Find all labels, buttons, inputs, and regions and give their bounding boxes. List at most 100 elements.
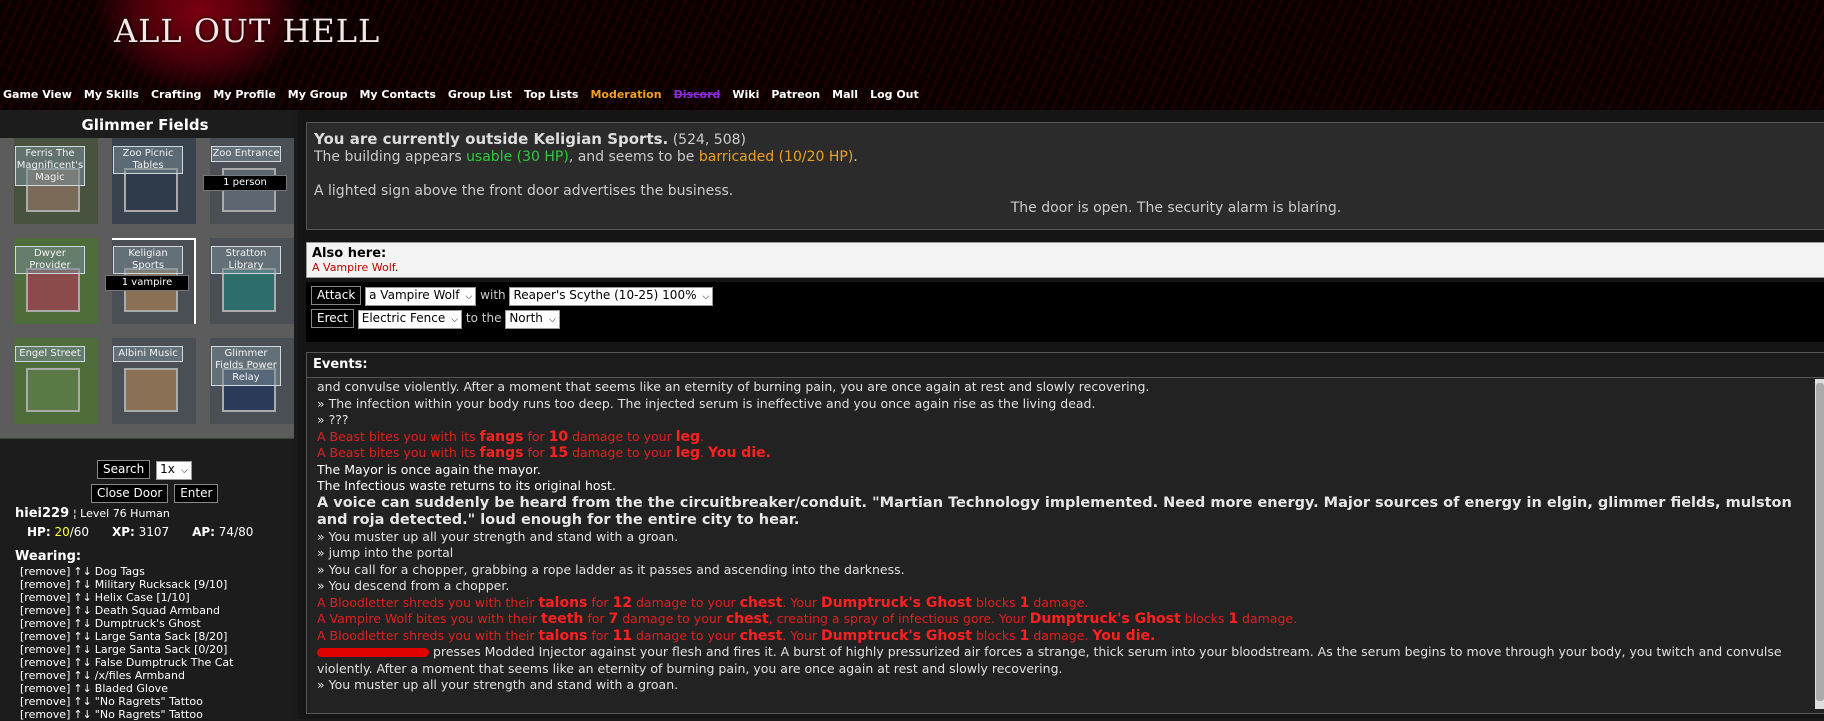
map-cell-zoo-entrance[interactable]: Zoo Entrance 1 person: [196, 138, 294, 238]
event-line: and convulse violently. After a moment t…: [317, 379, 1150, 394]
close-door-button[interactable]: Close Door: [91, 484, 169, 503]
map-road: [0, 324, 98, 338]
reorder-arrows-icon[interactable]: ↑↓: [73, 591, 91, 604]
enter-button[interactable]: Enter: [174, 484, 219, 503]
map-building: [124, 168, 178, 212]
nav-link-log-out[interactable]: Log Out: [870, 88, 919, 108]
event-line: » You muster up all your strength and st…: [317, 677, 679, 692]
remove-link[interactable]: [remove]: [20, 695, 70, 708]
nav-link-group-list[interactable]: Group List: [448, 88, 512, 108]
events-title: Events:: [307, 353, 1824, 378]
chevron-down-icon: ⌵: [451, 315, 459, 325]
map-cell-ferris-the-magnificent-s-magic[interactable]: Ferris The Magnificent's Magic: [0, 138, 98, 238]
attack-button[interactable]: Attack: [311, 286, 362, 305]
map-cell-zoo-picnic-tables[interactable]: Zoo Picnic Tables: [98, 138, 196, 238]
remove-link[interactable]: [remove]: [20, 643, 70, 656]
nav-link-my-group[interactable]: My Group: [288, 88, 348, 108]
event-line: » You descend from a chopper.: [317, 578, 510, 593]
nav-link-my-contacts[interactable]: My Contacts: [359, 88, 435, 108]
nav-link-wiki[interactable]: Wiki: [732, 88, 759, 108]
nav-link-discord[interactable]: Discord: [674, 88, 721, 108]
event-emphasis: chest: [739, 627, 783, 644]
structure-select[interactable]: Electric Fence ⌵: [357, 310, 463, 329]
reorder-arrows-icon[interactable]: ↑↓: [73, 578, 91, 591]
event-text: A Beast bites you with its: [317, 428, 480, 444]
reorder-arrows-icon[interactable]: ↑↓: [73, 643, 91, 656]
reorder-arrows-icon[interactable]: ↑↓: [73, 669, 91, 682]
nav-link-mall[interactable]: Mall: [832, 88, 858, 108]
event-text: blocks: [1180, 611, 1229, 626]
chevron-down-icon: ⌵: [548, 315, 556, 325]
map-cell-stratton-library[interactable]: Stratton Library: [196, 238, 294, 338]
nav-link-crafting[interactable]: Crafting: [151, 88, 201, 108]
remove-link[interactable]: [remove]: [20, 565, 70, 578]
wearing-item: [remove] ↑↓/x/files Armband: [20, 669, 290, 682]
nav-link-game-view[interactable]: Game View: [3, 88, 72, 108]
remove-link[interactable]: [remove]: [20, 656, 70, 669]
map-cell-glimmer-fields-power-relay[interactable]: Glimmer Fields Power Relay: [196, 338, 294, 438]
nav-link-top-lists[interactable]: Top Lists: [524, 88, 578, 108]
wearing-item-name: Dumptruck's Ghost: [94, 617, 201, 630]
map-cell-engel-street[interactable]: Engel Street: [0, 338, 98, 438]
remove-link[interactable]: [remove]: [20, 578, 70, 591]
wearing-item: [remove] ↑↓ "No Ragrets" Tattoo: [20, 695, 290, 708]
map-building: [222, 268, 276, 312]
xp-label: XP:: [111, 525, 135, 539]
also-here-period: .: [394, 261, 399, 274]
event-emphasis: 1: [1019, 627, 1030, 644]
map-cell-dwyer-provider[interactable]: Dwyer Provider: [0, 238, 98, 338]
map-cell-count: 1 vampire: [105, 275, 189, 291]
remove-link[interactable]: [remove]: [20, 617, 70, 630]
weapon-select[interactable]: Reaper's Scythe (10-25) 100% ⌵: [509, 287, 714, 306]
event-emphasis: talons: [538, 627, 588, 644]
site-logo[interactable]: ALL OUT HELL: [114, 12, 380, 50]
remove-link[interactable]: [remove]: [20, 708, 70, 721]
nav-link-moderation[interactable]: Moderation: [590, 88, 661, 108]
entity-vampire-wolf[interactable]: A Vampire Wolf: [312, 261, 395, 274]
nav-link-patreon[interactable]: Patreon: [771, 88, 820, 108]
event-emphasis: Dumptruck's Ghost: [1029, 611, 1181, 627]
reorder-arrows-icon[interactable]: ↑↓: [73, 565, 91, 578]
map-cell-keligian-sports[interactable]: Keligian Sports 1 vampire: [98, 238, 196, 338]
erect-button[interactable]: Erect: [311, 309, 354, 328]
wearing-item: [remove] ↑↓ Death Squad Armband: [20, 604, 290, 617]
remove-link[interactable]: [remove]: [20, 669, 70, 682]
map-cell-albini-music[interactable]: Albini Music: [98, 338, 196, 438]
search-button[interactable]: Search: [97, 460, 151, 479]
reorder-arrows-icon[interactable]: ↑↓: [73, 630, 91, 643]
event-text: damage to your: [618, 611, 726, 626]
nav-link-my-skills[interactable]: My Skills: [84, 88, 139, 108]
events-scrollbar-thumb[interactable]: [1816, 383, 1824, 701]
structure-value: Electric Fence: [361, 311, 446, 325]
event-emphasis: 11: [612, 627, 632, 644]
building-status-mid: , and seems to be: [568, 149, 699, 165]
map-road: [98, 324, 196, 338]
event-line: » You muster up all your strength and st…: [317, 528, 679, 544]
reorder-arrows-icon[interactable]: ↑↓: [73, 617, 91, 630]
map-road: [0, 424, 98, 438]
direction-select[interactable]: North ⌵: [505, 310, 560, 329]
remove-link[interactable]: [remove]: [20, 591, 70, 604]
map-road: [98, 224, 196, 238]
reorder-arrows-icon[interactable]: ↑↓: [73, 708, 91, 721]
remove-link[interactable]: [remove]: [20, 604, 70, 617]
reorder-arrows-icon[interactable]: ↑↓: [73, 604, 91, 617]
player-name[interactable]: hiei229: [15, 506, 69, 521]
wearing-title: Wearing:: [15, 549, 82, 564]
event-text: blocks: [971, 594, 1020, 610]
sign-text: A lighted sign above the front door adve…: [314, 183, 734, 199]
reorder-arrows-icon[interactable]: ↑↓: [73, 656, 91, 669]
attack-target-select[interactable]: a Vampire Wolf ⌵: [365, 287, 477, 306]
reorder-arrows-icon[interactable]: ↑↓: [73, 695, 91, 708]
event-text: damage.: [1238, 611, 1298, 626]
building-barricade-status: barricaded (10/20 HP): [698, 149, 854, 165]
search-multiplier-select[interactable]: 1x ⌵: [156, 461, 192, 480]
nav-link-my-profile[interactable]: My Profile: [213, 88, 275, 108]
ap-value: 74/80: [218, 525, 254, 539]
remove-link[interactable]: [remove]: [20, 682, 70, 695]
remove-link[interactable]: [remove]: [20, 630, 70, 643]
map-cell-label: Stratton Library: [211, 246, 281, 274]
event-text: damage to your: [632, 594, 740, 610]
reorder-arrows-icon[interactable]: ↑↓: [73, 682, 91, 695]
events-scrollbar[interactable]: [1815, 379, 1824, 709]
